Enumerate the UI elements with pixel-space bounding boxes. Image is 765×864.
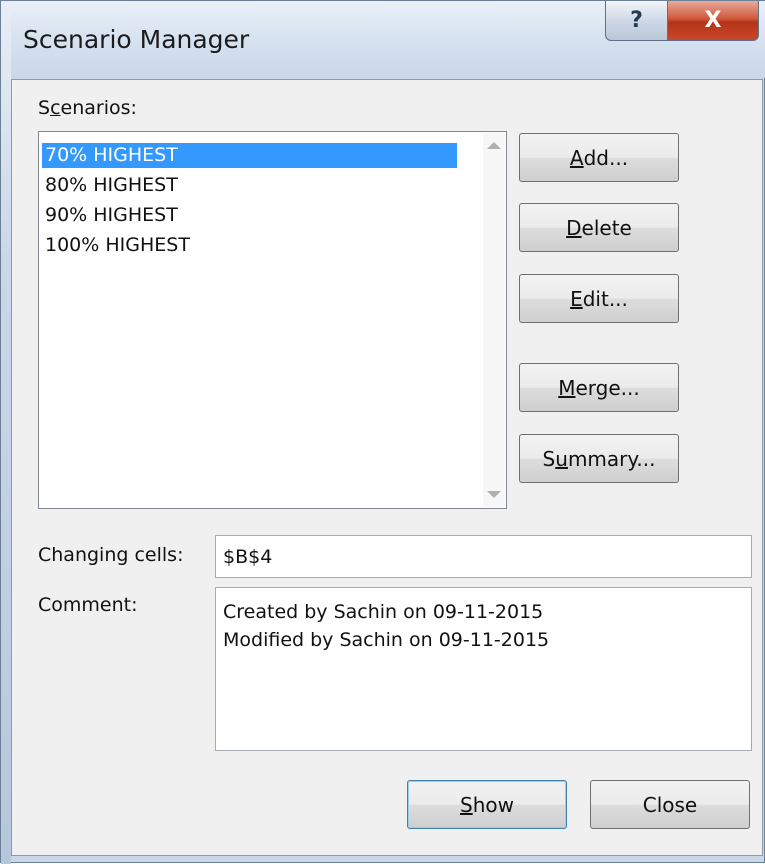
help-button[interactable]: ? [605, 1, 668, 41]
close-icon: X [704, 8, 722, 33]
add-button[interactable]: Add... [519, 133, 679, 182]
list-item[interactable]: 100% HIGHEST [42, 233, 457, 258]
close-button[interactable]: Close [590, 780, 750, 829]
comment-text: Created by Sachin on 09-11-2015 Modified… [223, 598, 549, 654]
show-button[interactable]: Show [407, 780, 567, 829]
scroll-up-arrow-icon[interactable] [487, 142, 501, 149]
comment-label: Comment: [38, 594, 138, 616]
edit-button[interactable]: Edit... [519, 274, 679, 323]
scenarios-listbox[interactable]: 70% HIGHEST 80% HIGHEST 90% HIGHEST 100%… [38, 131, 507, 509]
dialog-body: Scenarios: 70% HIGHEST 80% HIGHEST 90% H… [11, 79, 763, 856]
question-mark-icon: ? [630, 8, 643, 33]
summary-button[interactable]: Su mmary... [519, 434, 679, 483]
changing-cells-field[interactable]: $B$4 [215, 535, 752, 578]
window-border [1, 1, 11, 864]
changing-cells-label: Changing cells: [38, 544, 184, 566]
list-item[interactable]: 70% HIGHEST [42, 143, 457, 168]
dialog-title: Scenario Manager [23, 25, 250, 54]
delete-button[interactable]: Delete [519, 203, 679, 252]
list-item[interactable]: 90% HIGHEST [42, 203, 457, 228]
list-item[interactable]: 80% HIGHEST [42, 173, 457, 198]
close-window-button[interactable]: X [667, 1, 759, 41]
comment-line: Created by Sachin on 09-11-2015 [223, 601, 544, 623]
comment-field[interactable]: Created by Sachin on 09-11-2015 Modified… [215, 587, 752, 751]
merge-button[interactable]: Merge... [519, 363, 679, 412]
comment-line: Modified by Sachin on 09-11-2015 [223, 629, 550, 651]
dialog-window: Scenario Manager ? X Scenarios: 70% HIGH… [0, 0, 765, 864]
vertical-scrollbar[interactable] [483, 133, 505, 507]
scenarios-label: Scenarios: [38, 97, 137, 119]
changing-cells-value: $B$4 [223, 546, 273, 568]
scroll-down-arrow-icon[interactable] [487, 491, 501, 498]
